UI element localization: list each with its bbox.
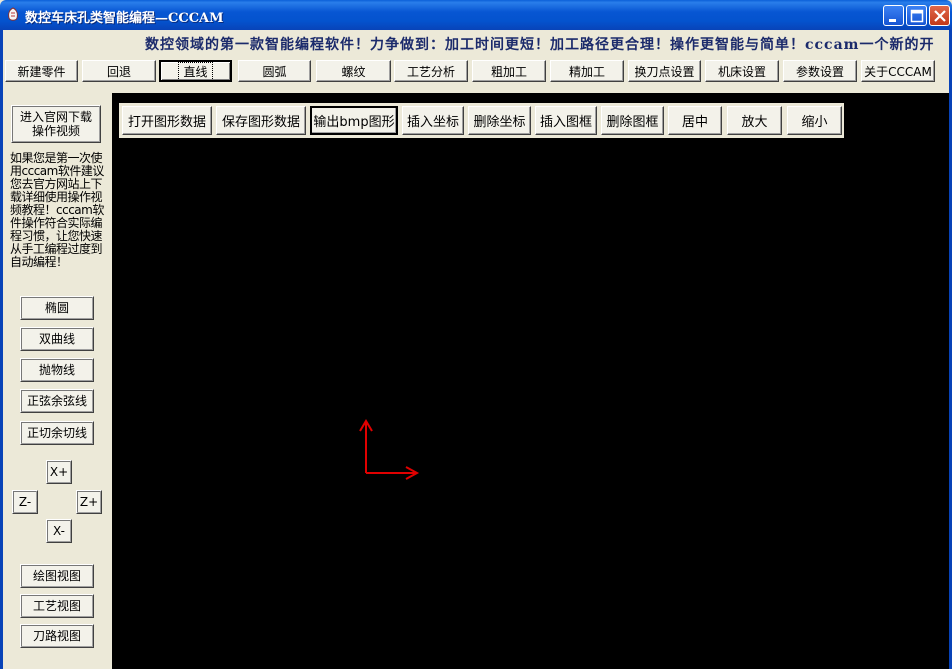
marquee-banner: 数控领域的第一款智能编程软件！力争做到：加工时间更短！加工路径更合理！操作更智能…: [3, 31, 949, 56]
about-button[interactable]: 关于CCCAM: [861, 60, 935, 82]
process-analysis-button[interactable]: 工艺分析: [394, 60, 468, 82]
machine-settings-button[interactable]: 机床设置: [705, 60, 779, 82]
delete-frame-button[interactable]: 删除图框: [601, 106, 664, 135]
main-toolbar: 新建零件 回退 直线 圆弧 螺纹 工艺分析 粗加工 精加工 换刀点设置 机床设置…: [3, 58, 949, 84]
jog-x-minus-button[interactable]: X-: [46, 519, 72, 543]
insert-frame-button[interactable]: 插入图框: [535, 106, 597, 135]
drawing-canvas[interactable]: 打开图形数据 保存图形数据 输出bmp图形 插入坐标 删除坐标 插入图框 删除图…: [112, 93, 949, 669]
jog-z-minus-button[interactable]: Z-: [12, 490, 38, 514]
new-part-button[interactable]: 新建零件: [5, 60, 78, 82]
sine-cosine-button[interactable]: 正弦余弦线: [20, 389, 94, 413]
jog-z-plus-button[interactable]: Z+: [76, 490, 102, 514]
toolpath-view-button[interactable]: 刀路视图: [20, 624, 94, 648]
download-video-button[interactable]: 进入官网下载操作视频: [11, 105, 101, 143]
parabola-button[interactable]: 抛物线: [20, 358, 94, 382]
maximize-button[interactable]: [906, 5, 927, 26]
close-icon: [934, 10, 946, 22]
tool-change-point-button[interactable]: 换刀点设置: [628, 60, 701, 82]
parameter-settings-button[interactable]: 参数设置: [783, 60, 857, 82]
delete-coordinate-button[interactable]: 删除坐标: [468, 106, 531, 135]
jog-x-plus-button[interactable]: X+: [46, 460, 72, 484]
minimize-icon: [889, 19, 896, 22]
center-button[interactable]: 居中: [668, 106, 722, 135]
zoom-out-button[interactable]: 缩小: [787, 106, 842, 135]
marquee-text: 数控领域的第一款智能编程软件！力争做到：加工时间更短！加工路径更合理！操作更智能…: [145, 37, 935, 53]
app-icon: [8, 7, 18, 21]
zoom-in-button[interactable]: 放大: [727, 106, 782, 135]
window-title: 数控车床孔类智能编程—CCCAM: [25, 11, 224, 26]
export-bmp-button[interactable]: 输出bmp图形: [310, 106, 398, 135]
hyperbola-button[interactable]: 双曲线: [20, 327, 94, 351]
drawing-view-button[interactable]: 绘图视图: [20, 564, 94, 588]
thread-button[interactable]: 螺纹: [316, 60, 391, 82]
tangent-cotangent-button[interactable]: 正切余切线: [20, 421, 94, 445]
coordinate-axes-icon: [359, 419, 420, 480]
title-bar[interactable]: 数控车床孔类智能编程—CCCAM: [0, 0, 952, 30]
maximize-icon: [910, 9, 924, 23]
line-button[interactable]: 直线: [159, 60, 232, 82]
rough-machining-button[interactable]: 粗加工: [472, 60, 546, 82]
save-graphic-data-button[interactable]: 保存图形数据: [216, 106, 306, 135]
undo-button[interactable]: 回退: [82, 60, 156, 82]
intro-text: 如果您是第一次使用cccam软件建议您去官方网站上下载详细使用操作视频教程！cc…: [10, 151, 104, 269]
ellipse-button[interactable]: 椭圆: [20, 296, 94, 320]
arc-button[interactable]: 圆弧: [238, 60, 311, 82]
open-graphic-data-button[interactable]: 打开图形数据: [122, 106, 212, 135]
insert-coordinate-button[interactable]: 插入坐标: [402, 106, 464, 135]
minimize-button[interactable]: [883, 5, 904, 26]
finish-machining-button[interactable]: 精加工: [550, 60, 624, 82]
process-view-button[interactable]: 工艺视图: [20, 594, 94, 618]
close-button[interactable]: [929, 5, 950, 26]
left-panel: 进入官网下载操作视频 如果您是第一次使用cccam软件建议您去官方网站上下载详细…: [3, 88, 111, 669]
canvas-toolbar: 打开图形数据 保存图形数据 输出bmp图形 插入坐标 删除坐标 插入图框 删除图…: [119, 103, 844, 138]
